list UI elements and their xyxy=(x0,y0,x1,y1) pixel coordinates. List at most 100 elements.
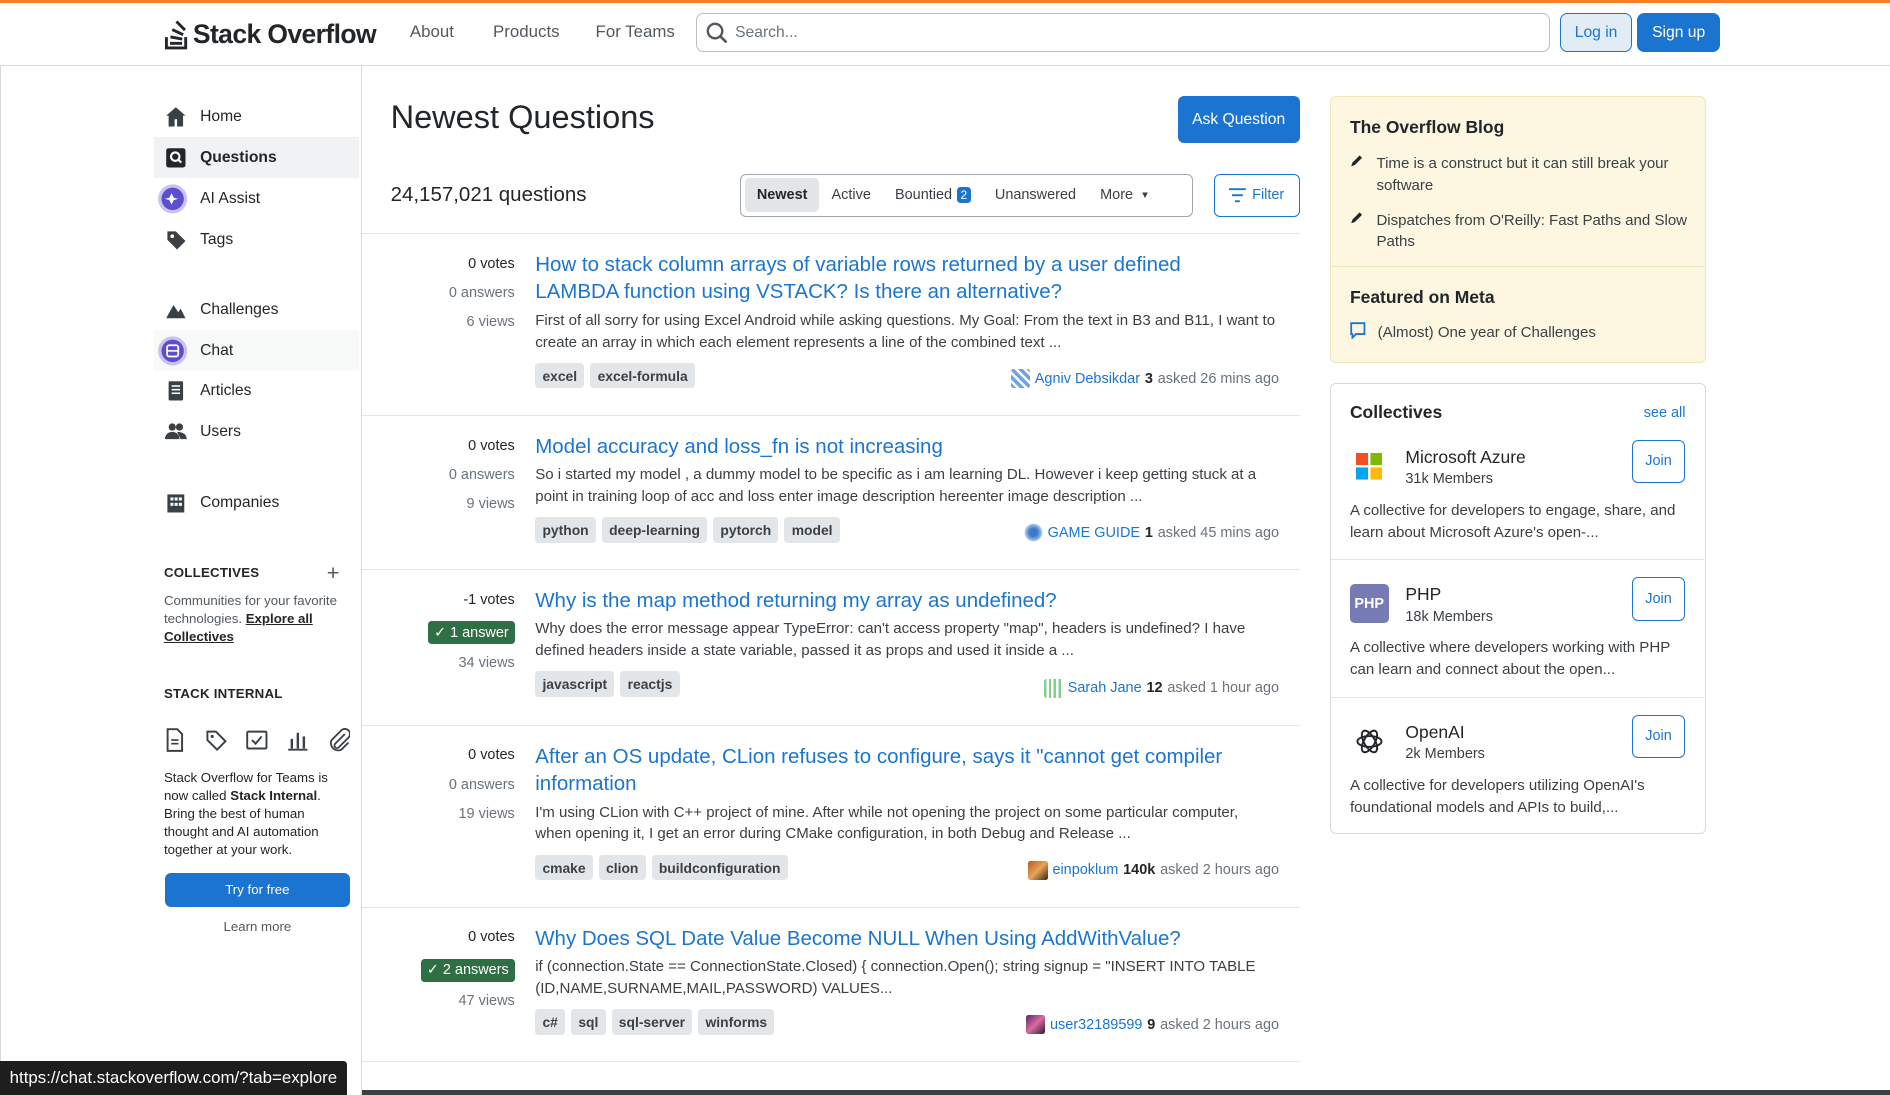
blog-link[interactable]: Dispatches from O'Reilly: Fast Paths and… xyxy=(1376,210,1687,253)
top-bar: Stack Overflow About Products For Teams … xyxy=(0,0,1890,67)
stack-overflow-logo[interactable]: Stack Overflow xyxy=(164,18,377,50)
tag-link[interactable]: model xyxy=(784,517,840,543)
openai-icon[interactable] xyxy=(1350,722,1389,761)
tag-link[interactable]: cmake xyxy=(535,854,593,881)
tag-link[interactable]: excel-formula xyxy=(590,362,695,389)
question-stats: 0 votes 0 answers 19 views xyxy=(382,747,515,822)
join-button[interactable]: Join xyxy=(1632,714,1686,759)
sort-tabs: Newest Active Bountied 2 Unanswered More ▼ xyxy=(740,173,1194,217)
question-summary: 0 votes ✓ 2 answers 47 views Why Does SQ… xyxy=(361,908,1300,1063)
blog-link[interactable]: Time is a construct but it can still bre… xyxy=(1376,153,1687,196)
tag-link[interactable]: python xyxy=(535,517,596,543)
learn-more-link[interactable]: Learn more xyxy=(165,919,349,934)
try-for-free-button[interactable]: Try for free xyxy=(165,872,350,907)
search-box[interactable] xyxy=(695,12,1551,53)
question-author: GAME GUIDE 1 asked 45 mins ago xyxy=(1023,523,1280,543)
asked-time: asked 45 mins ago xyxy=(1157,524,1280,541)
tag-link[interactable]: pytorch xyxy=(713,517,779,543)
question-tags: python deep-learning pytorch model xyxy=(535,517,840,543)
meta-link[interactable]: (Almost) One year of Challenges xyxy=(1378,322,1596,346)
ask-question-button[interactable]: Ask Question xyxy=(1177,96,1300,144)
avatar[interactable] xyxy=(1043,678,1063,698)
question-title-link[interactable]: Why Does SQL Date Value Become NULL When… xyxy=(535,925,1258,953)
tag-link[interactable]: sql-server xyxy=(611,1008,693,1035)
add-collective-icon[interactable]: + xyxy=(327,561,340,584)
nav-products[interactable]: Products xyxy=(493,22,560,42)
collective-name[interactable]: OpenAI xyxy=(1405,722,1464,743)
sidebar-item-questions[interactable]: Questions xyxy=(154,137,360,179)
question-summary: 0 votes 0 answers 9 views Model accuracy… xyxy=(361,416,1300,571)
tag-link[interactable]: c# xyxy=(535,1008,566,1035)
user-link[interactable]: GAME GUIDE xyxy=(1048,525,1140,541)
sidebar-item-challenges[interactable]: Challenges xyxy=(154,289,359,330)
tag-link[interactable]: deep-learning xyxy=(601,517,708,543)
articles-icon xyxy=(164,379,188,403)
nav-for-teams[interactable]: For Teams xyxy=(596,22,675,42)
avatar[interactable] xyxy=(1010,368,1030,389)
tag-link[interactable]: javascript xyxy=(535,671,615,698)
login-button[interactable]: Log in xyxy=(1559,12,1633,53)
tag-link[interactable]: reactjs xyxy=(620,671,680,698)
tag-link[interactable]: excel xyxy=(535,362,585,389)
question-tags: c# sql sql-server winforms xyxy=(535,1008,775,1035)
user-link[interactable]: Sarah Jane xyxy=(1068,680,1142,696)
question-title-link[interactable]: How to stack column arrays of variable r… xyxy=(535,251,1258,306)
tab-more[interactable]: More ▼ xyxy=(1088,178,1162,212)
question-stats: 0 votes ✓ 2 answers 47 views xyxy=(382,929,515,1009)
microsoft-azure-icon[interactable] xyxy=(1350,447,1389,486)
question-author: user32189599 9 asked 2 hours ago xyxy=(1025,1015,1279,1035)
user-link[interactable]: Agniv Debsikdar xyxy=(1035,371,1140,387)
tab-active[interactable]: Active xyxy=(819,178,882,212)
question-title-link[interactable]: Model accuracy and loss_fn is not increa… xyxy=(535,433,1258,461)
sidebar-item-home[interactable]: Home xyxy=(154,96,359,137)
avatar[interactable] xyxy=(1025,1015,1046,1035)
ai-assist-icon xyxy=(157,184,188,214)
tab-unanswered[interactable]: Unanswered xyxy=(983,178,1088,212)
tab-more-label: More xyxy=(1100,187,1134,204)
collective-members: 2k Members xyxy=(1405,745,1485,762)
sidebar-item-label: Challenges xyxy=(200,300,279,318)
tab-bountied[interactable]: Bountied 2 xyxy=(883,178,983,212)
join-button[interactable]: Join xyxy=(1632,577,1686,621)
accepted-answer-badge: ✓ 2 answers xyxy=(382,958,515,993)
signup-button[interactable]: Sign up xyxy=(1637,12,1721,53)
collective-description: A collective where developers working wi… xyxy=(1349,639,1670,679)
vote-count: -1 votes xyxy=(463,591,515,608)
reputation: 140k xyxy=(1123,862,1156,879)
avatar[interactable] xyxy=(1023,523,1043,543)
user-link[interactable]: einpoklum xyxy=(1052,862,1118,878)
sidebar-item-label: Users xyxy=(200,422,241,440)
tag-link[interactable]: sql xyxy=(571,1008,606,1035)
vote-count: 0 votes xyxy=(468,255,515,272)
sidebar-item-users[interactable]: Users xyxy=(154,411,359,452)
user-link[interactable]: user32189599 xyxy=(1050,1017,1142,1033)
reputation: 1 xyxy=(1144,524,1153,541)
logo-text: Stack Overflow xyxy=(192,18,377,49)
see-all-link[interactable]: see all xyxy=(1644,405,1686,421)
collective-name[interactable]: PHP xyxy=(1405,584,1441,605)
search-input[interactable] xyxy=(735,23,1507,42)
view-count: 34 views xyxy=(458,655,515,672)
tag-link[interactable]: clion xyxy=(598,854,646,881)
php-icon[interactable]: PHP xyxy=(1349,584,1389,624)
sidebar-item-ai-assist[interactable]: AI Assist xyxy=(154,178,359,219)
question-title-link[interactable]: Why is the map method returning my array… xyxy=(535,587,1258,615)
sidebar-item-articles[interactable]: Articles xyxy=(154,370,359,411)
question-stats: -1 votes ✓ 1 answer 34 views xyxy=(382,592,515,671)
question-excerpt: if (connection.State == ConnectionState.… xyxy=(535,957,1256,997)
sidebar-item-companies[interactable]: Companies xyxy=(154,482,359,523)
avatar[interactable] xyxy=(1028,860,1048,880)
join-button[interactable]: Join xyxy=(1632,439,1686,484)
tag-link[interactable]: buildconfiguration xyxy=(651,854,788,881)
nav-about[interactable]: About xyxy=(410,22,454,42)
sidebar-item-chat[interactable]: Chat xyxy=(154,330,360,372)
sidebar-item-tags[interactable]: Tags xyxy=(154,219,359,260)
filter-button[interactable]: Filter xyxy=(1213,173,1300,217)
question-count: 24,157,021 questions xyxy=(390,183,587,207)
collective-name[interactable]: Microsoft Azure xyxy=(1405,447,1525,468)
pencil-icon xyxy=(1350,153,1364,196)
tab-newest[interactable]: Newest xyxy=(744,178,820,213)
tag-link[interactable]: winforms xyxy=(698,1008,775,1035)
question-title-link[interactable]: After an OS update, CLion refuses to con… xyxy=(535,743,1258,798)
companies-icon xyxy=(164,491,188,515)
